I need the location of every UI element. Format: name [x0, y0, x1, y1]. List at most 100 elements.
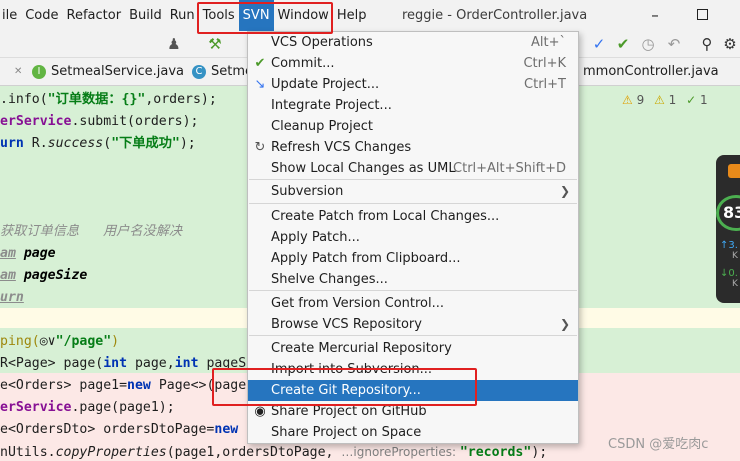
- menu-item-label: Cleanup Project: [271, 119, 373, 134]
- vcs-update-icon[interactable]: ✓: [589, 34, 609, 54]
- menu-item-label: Share Project on GitHub: [271, 404, 427, 419]
- menu-item-browse-vcs-repository[interactable]: Browse VCS Repository ❯: [248, 314, 578, 335]
- menu-item-label: Browse VCS Repository: [271, 317, 422, 332]
- menu-tools[interactable]: Tools: [199, 0, 239, 31]
- menu-item-vcs-operations[interactable]: VCS Operations Alt+`: [248, 32, 578, 53]
- menu-item-apply-patch-from-clipboard[interactable]: Apply Patch from Clipboard...: [248, 248, 578, 269]
- menu-refactor[interactable]: Refactor: [63, 0, 126, 31]
- code-line: urn R.success("下单成功");: [0, 133, 196, 155]
- menu-help[interactable]: Help: [333, 0, 371, 31]
- menu-item-refresh-vcs-changes[interactable]: ↻ Refresh VCS Changes: [248, 137, 578, 158]
- code-line: erService.submit(orders);: [0, 111, 199, 133]
- code-token: );: [179, 136, 196, 151]
- window-title: reggie - OrderController.java: [402, 8, 588, 23]
- code-line: e<Orders> page1=new Page<>(page: [0, 375, 246, 397]
- watermark: CSDN @爱吃肉c: [608, 437, 709, 452]
- code-token: page,: [134, 356, 175, 371]
- menu-item-create-git-repository[interactable]: Create Git Repository...: [248, 380, 578, 401]
- menu-item-label: Apply Patch...: [271, 230, 360, 245]
- menu-item-shortcut: Ctrl+T: [524, 77, 566, 92]
- menu-item-shortcut: Alt+`: [531, 35, 566, 50]
- settings-icon[interactable]: ⚙: [720, 34, 740, 54]
- check-icon: ✔: [254, 56, 266, 71]
- minimize-button[interactable]: –: [648, 6, 662, 24]
- code-token: .info(: [0, 92, 48, 107]
- menu-item-create-mercurial-repository[interactable]: Create Mercurial Repository: [248, 338, 578, 359]
- shield-icon: [728, 164, 740, 178]
- ide-window: ile Code Refactor Build Run Tools SVN Wi…: [0, 0, 740, 461]
- tab-common-controller[interactable]: mmonController.java: [583, 58, 719, 86]
- menu-separator: [249, 335, 577, 336]
- code-token: am: [0, 246, 16, 261]
- download-speed: ↓0.: [720, 268, 738, 279]
- menu-item-get-from-version-control[interactable]: Get from Version Control...: [248, 293, 578, 314]
- vcs-commit-icon[interactable]: ✔: [613, 34, 633, 54]
- menu-item-shelve-changes[interactable]: Shelve Changes...: [248, 269, 578, 290]
- menu-item-share-project-on-github[interactable]: ◉ Share Project on GitHub: [248, 401, 578, 422]
- menu-item-subversion[interactable]: Subversion ❯: [248, 181, 578, 202]
- interface-icon: I: [32, 64, 46, 79]
- system-monitor-widget[interactable]: 83 ↑3. K ↓0. K: [716, 155, 740, 303]
- menu-svn[interactable]: SVN: [238, 0, 274, 31]
- menu-item-apply-patch[interactable]: Apply Patch...: [248, 227, 578, 248]
- menu-item-label: Commit...: [271, 56, 335, 71]
- menu-build[interactable]: Build: [125, 0, 166, 31]
- code-token: .page(page1);: [71, 400, 175, 415]
- menu-item-label: Import into Subversion...: [271, 362, 433, 377]
- menu-item-label: Create Patch from Local Changes...: [271, 209, 500, 224]
- code-token: "订单数据：{}": [47, 92, 146, 107]
- weak-warning-icon: ⚠: [654, 93, 665, 107]
- menu-separator: [249, 179, 577, 180]
- code-token: e<OrdersDto> ordersDtoPage=: [0, 422, 215, 437]
- menu-item-label: Update Project...: [271, 77, 380, 92]
- search-icon[interactable]: ⚲: [697, 34, 717, 54]
- menu-item-integrate-project[interactable]: Integrate Project...: [248, 95, 578, 116]
- typo-count: 1: [700, 93, 708, 107]
- build-hammer-icon[interactable]: ⚒: [205, 34, 225, 54]
- menu-item-label: Integrate Project...: [271, 98, 392, 113]
- menu-item-create-patch-from-local-changes[interactable]: Create Patch from Local Changes...: [248, 206, 578, 227]
- menu-bar: ile Code Refactor Build Run Tools SVN Wi…: [0, 0, 740, 31]
- code-token: R.: [31, 136, 48, 151]
- menu-item-import-into-subversion[interactable]: Import into Subversion...: [248, 359, 578, 380]
- code-token: ,orders);: [145, 92, 217, 107]
- code-token: int: [174, 356, 207, 371]
- weak-warning-count: 1: [668, 93, 677, 107]
- download-unit: K: [732, 279, 738, 289]
- code-line: ping(◎∨"/page"): [0, 331, 119, 353]
- menu-item-update-project[interactable]: ↘ Update Project... Ctrl+T: [248, 74, 578, 95]
- menu-file[interactable]: ile: [0, 0, 21, 31]
- user-icon[interactable]: ♟: [164, 34, 184, 54]
- menu-separator: [249, 203, 577, 204]
- menu-item-label: Refresh VCS Changes: [271, 140, 412, 155]
- menu-window[interactable]: Window: [274, 0, 333, 31]
- code-token: (page1,ordersDtoPage,: [166, 445, 342, 460]
- code-token: new: [127, 378, 159, 393]
- code-token: Page<>(page: [158, 378, 247, 393]
- refresh-icon: ↻: [254, 140, 266, 155]
- tab-label: mmonController.java: [583, 64, 719, 79]
- rollback-icon[interactable]: ↶: [664, 34, 684, 54]
- github-icon: ◉: [254, 404, 266, 419]
- code-token: e<Orders> page1=: [0, 378, 128, 393]
- update-icon: ↘: [254, 77, 266, 92]
- menu-code[interactable]: Code: [21, 0, 62, 31]
- history-icon[interactable]: ◷: [638, 34, 658, 54]
- tab-setmeal[interactable]: C Setme: [192, 58, 253, 86]
- code-token: am: [0, 268, 16, 283]
- tab-label: SetmealService.java: [51, 64, 185, 79]
- tab-setmeal-service[interactable]: I SetmealService.java: [32, 58, 184, 86]
- menu-run[interactable]: Run: [166, 0, 199, 31]
- code-line: .info("订单数据：{}",orders);: [0, 89, 217, 111]
- code-token: ping(: [0, 334, 40, 349]
- menu-item-commit[interactable]: ✔ Commit... Ctrl+K: [248, 53, 578, 74]
- code-token: ): [111, 334, 120, 349]
- menu-item-share-project-on-space[interactable]: Share Project on Space: [248, 422, 578, 443]
- maximize-button[interactable]: [697, 9, 708, 20]
- inspection-widget[interactable]: ⚠ 9 ⚠ 1 ✓ 1: [622, 92, 708, 108]
- menu-item-cleanup-project[interactable]: Cleanup Project: [248, 116, 578, 137]
- menu-item-show-local-changes-as-uml[interactable]: Show Local Changes as UML Ctrl+Alt+Shift+…: [248, 158, 578, 179]
- submenu-arrow-icon: ❯: [559, 184, 570, 198]
- tab-close-icon[interactable]: ✕: [14, 58, 22, 86]
